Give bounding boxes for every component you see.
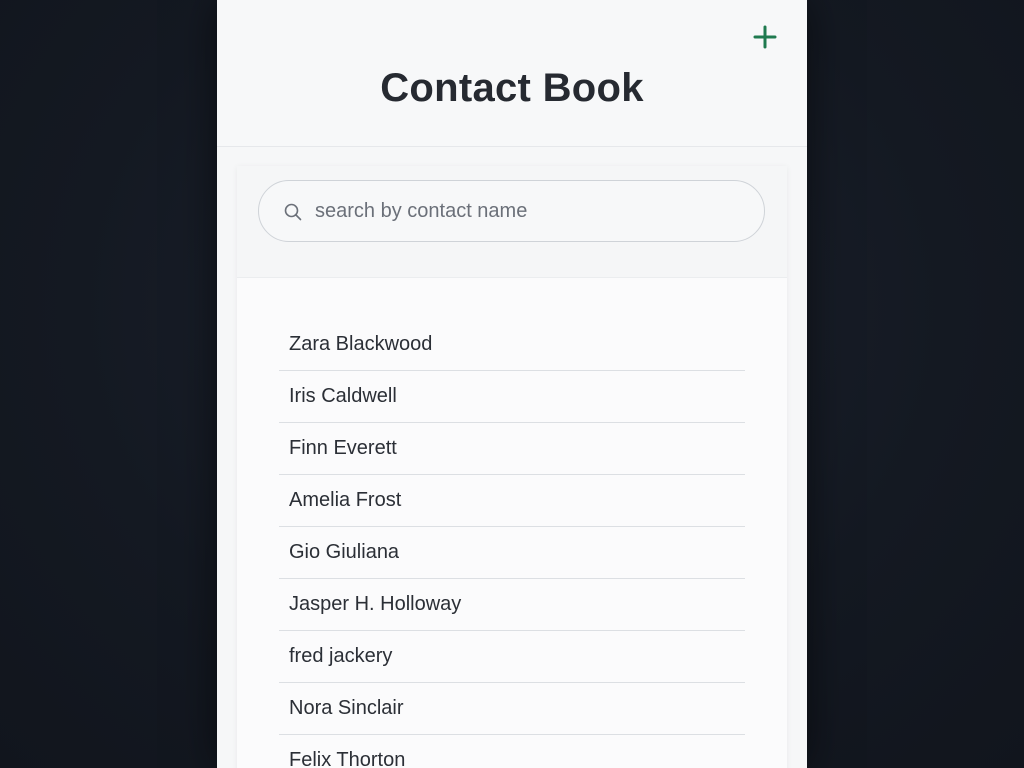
contact-list-item[interactable]: Gio Giuliana bbox=[279, 528, 745, 579]
search-section bbox=[237, 166, 787, 278]
contacts-card: Zara Blackwood Iris Caldwell Finn Everet… bbox=[237, 166, 787, 768]
contact-name: Jasper H. Holloway bbox=[289, 593, 462, 615]
contact-list-item[interactable]: Finn Everett bbox=[279, 424, 745, 475]
search-input[interactable] bbox=[315, 181, 745, 241]
contact-list-item[interactable]: fred jackery bbox=[279, 632, 745, 683]
contact-name: fred jackery bbox=[289, 645, 393, 667]
contact-name: Iris Caldwell bbox=[289, 385, 397, 407]
plus-icon bbox=[753, 25, 777, 49]
app-header: Contact Book bbox=[217, 0, 807, 147]
contact-name: Amelia Frost bbox=[289, 489, 402, 511]
contact-list-item[interactable]: Iris Caldwell bbox=[279, 372, 745, 423]
contact-list: Zara Blackwood Iris Caldwell Finn Everet… bbox=[279, 320, 745, 768]
add-contact-button[interactable] bbox=[751, 23, 779, 51]
contact-list-item[interactable]: Jasper H. Holloway bbox=[279, 580, 745, 631]
contact-list-item[interactable]: Felix Thorton bbox=[279, 736, 745, 768]
page-title: Contact Book bbox=[380, 66, 644, 110]
contact-name: Felix Thorton bbox=[289, 749, 406, 768]
search-box[interactable] bbox=[258, 180, 765, 242]
contact-name: Zara Blackwood bbox=[289, 333, 433, 355]
contact-name: Nora Sinclair bbox=[289, 697, 404, 719]
contact-name: Finn Everett bbox=[289, 437, 397, 459]
contact-list-item[interactable]: Nora Sinclair bbox=[279, 684, 745, 735]
contact-list-item[interactable]: Zara Blackwood bbox=[279, 320, 745, 371]
search-icon bbox=[284, 203, 302, 221]
contact-name: Gio Giuliana bbox=[289, 541, 400, 563]
contact-list-item[interactable]: Amelia Frost bbox=[279, 476, 745, 527]
contact-book-panel: Contact Book Zara Blackwood Iris Caldwel… bbox=[217, 0, 807, 768]
